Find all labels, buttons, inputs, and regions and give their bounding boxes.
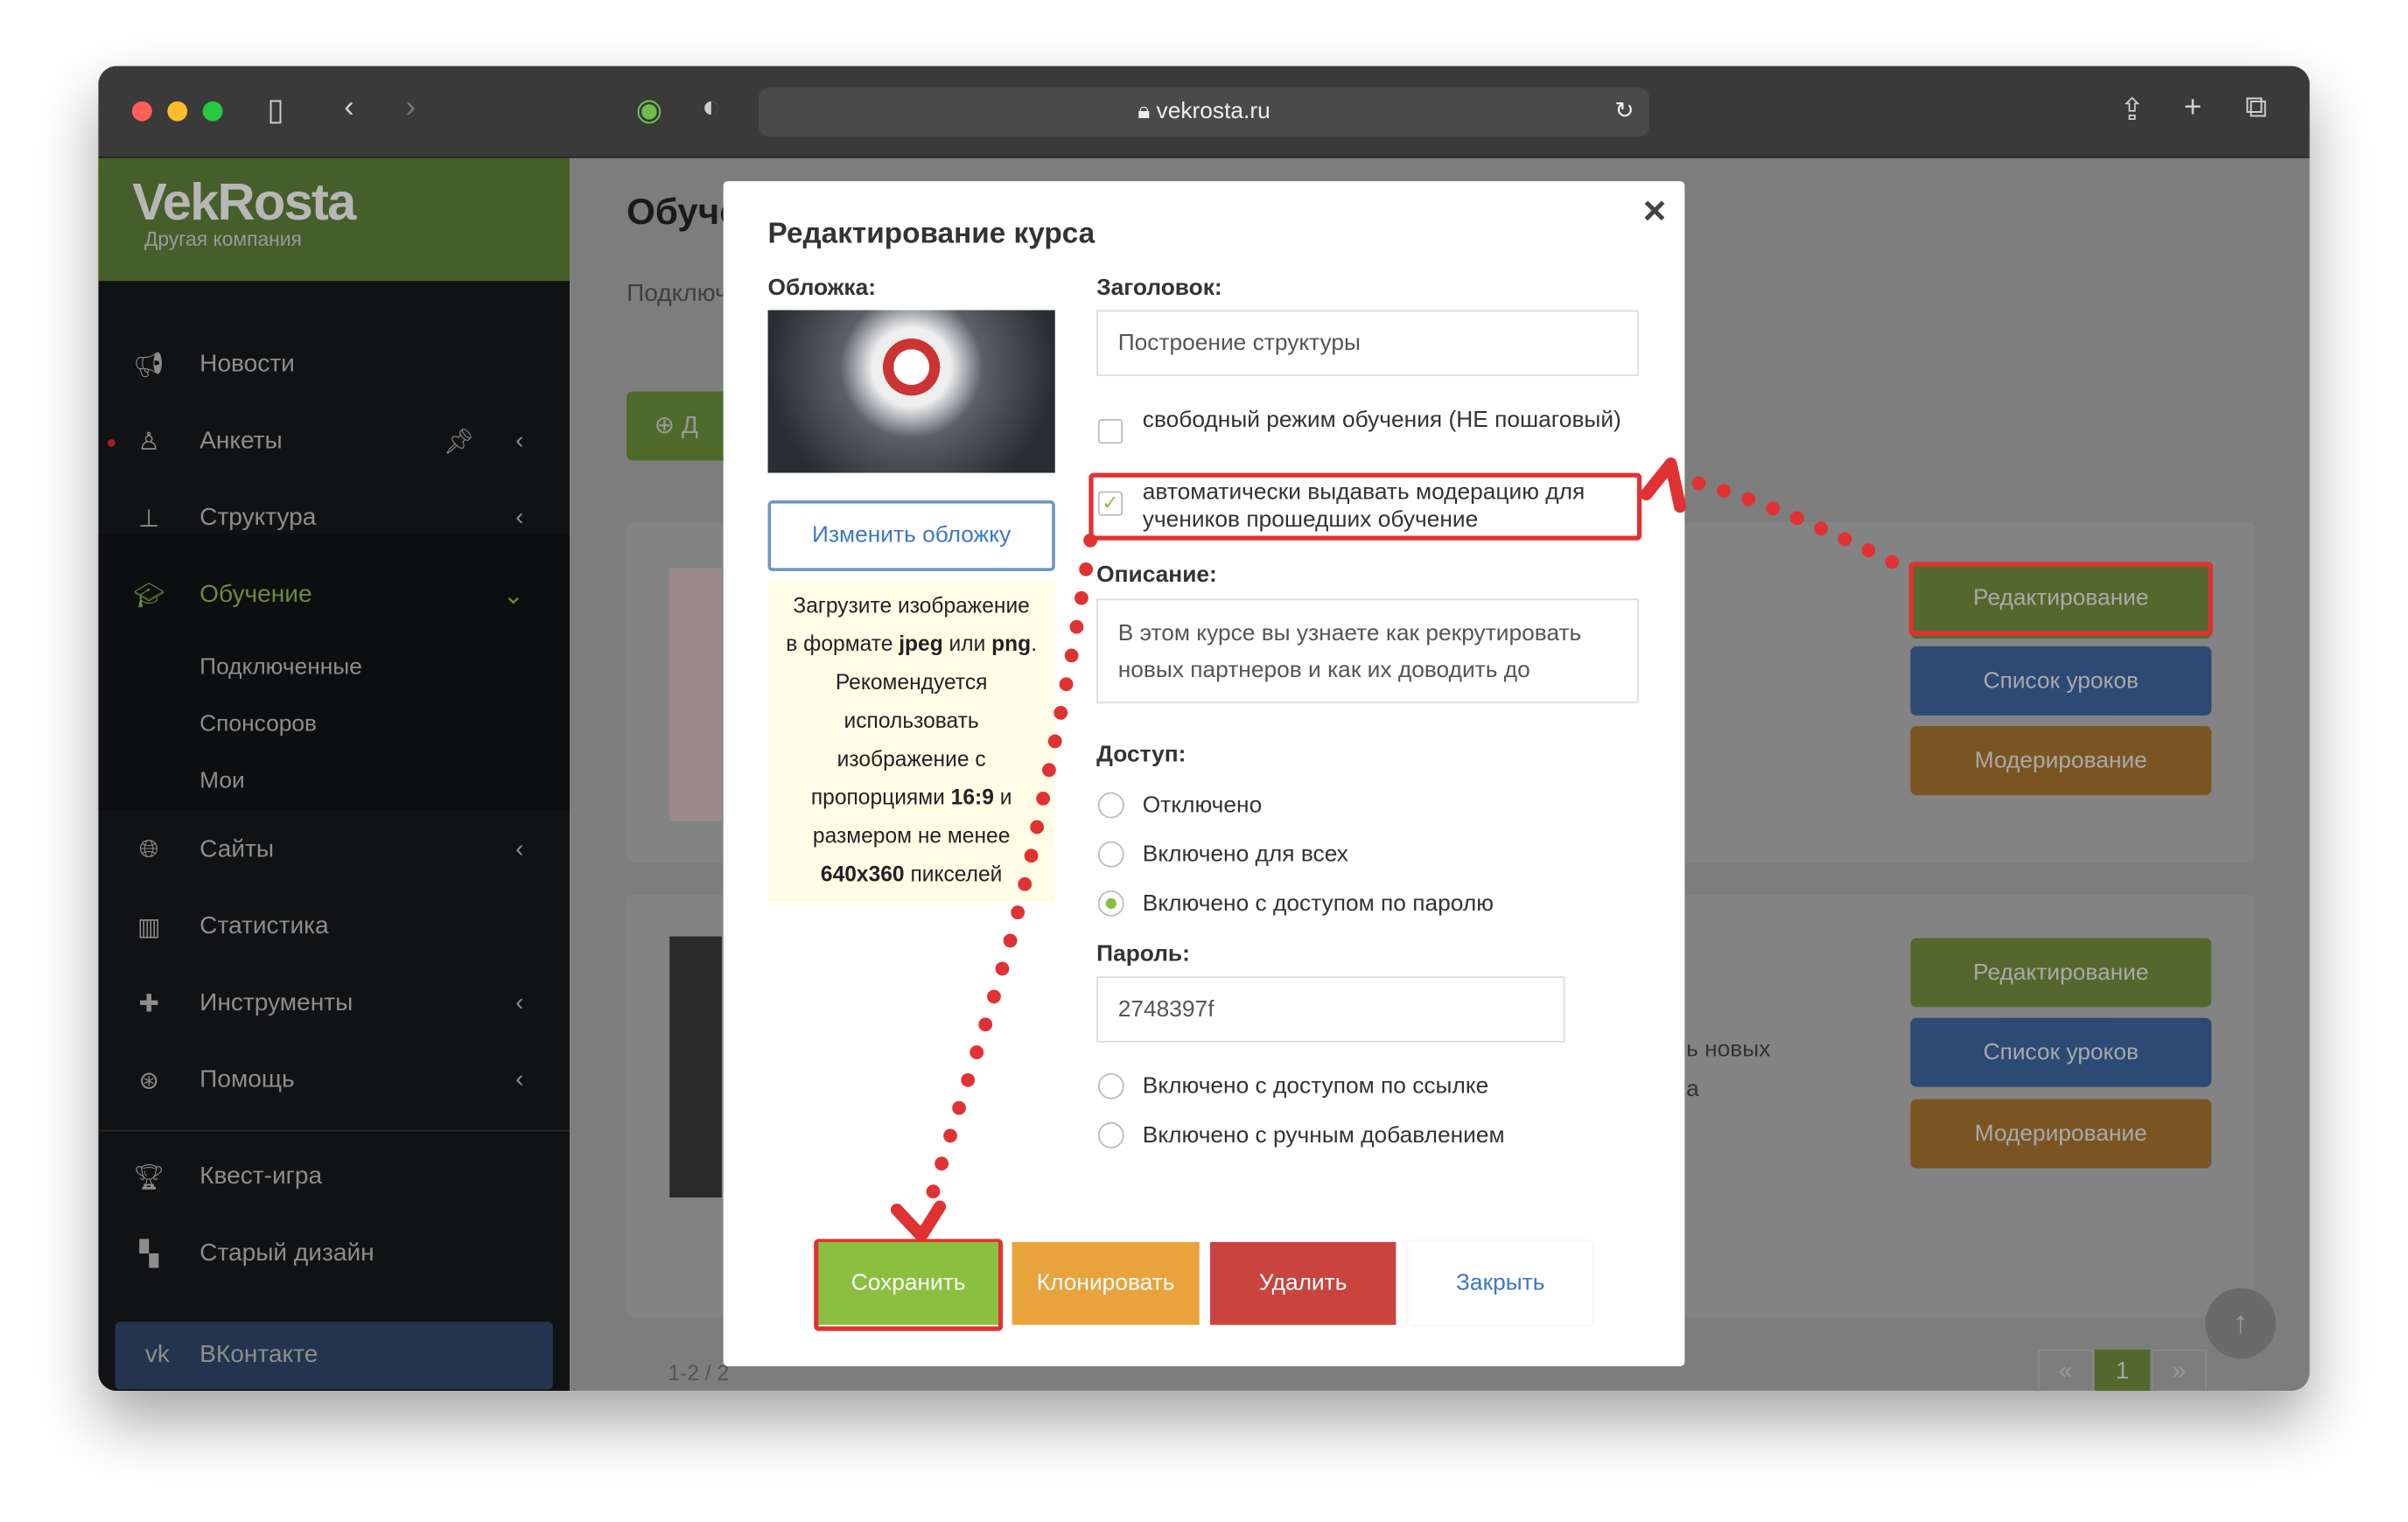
dotted-arrow-line <box>921 533 1098 1212</box>
arrow-head-icon <box>1640 457 1687 513</box>
arrow-head-icon <box>890 1200 947 1242</box>
annotation-arrows <box>890 457 1900 1242</box>
dotted-arrow-line <box>1674 471 1900 569</box>
screen: ▯ ‹ › ◉ ◐ 🔒︎ vekrosta.ru ↻ ⇪ + ⧉ VekRosta… <box>0 0 2408 1522</box>
